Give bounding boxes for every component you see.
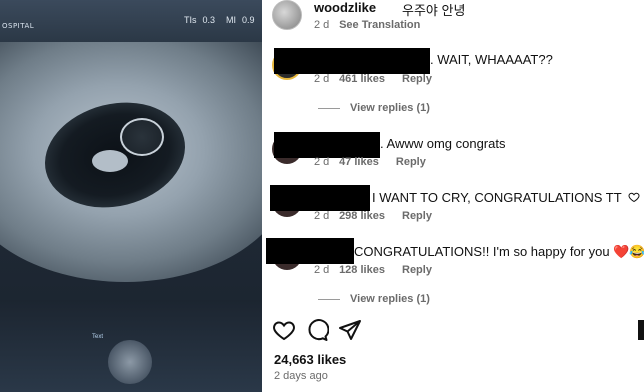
reply-button[interactable]: Reply <box>402 264 432 276</box>
reply-button[interactable]: Reply <box>396 156 426 168</box>
comment-likes[interactable]: 47 likes <box>339 156 379 168</box>
reply-button[interactable]: Reply <box>402 210 432 222</box>
comment-text: . Awww omg congrats <box>380 136 506 151</box>
comment-text: . WAIT, WHAAAAT?? <box>430 52 553 67</box>
comment-likes[interactable]: 298 likes <box>339 210 385 222</box>
owner-meta: 2 d See Translation <box>314 19 420 31</box>
replies-divider <box>318 107 340 109</box>
hospital-label: OSPITAL <box>2 22 35 30</box>
control-panel: Text <box>0 300 262 392</box>
heart-outline-icon[interactable] <box>272 318 296 342</box>
reply-button[interactable]: Reply <box>402 73 432 85</box>
paper-plane-icon[interactable] <box>338 318 362 342</box>
fetus-body <box>92 150 128 172</box>
comment-time: 2 d <box>314 264 330 276</box>
post-action-bar <box>272 318 644 344</box>
comments-panel: woodzlike 우주야 안녕 2 d See Translation . W… <box>262 0 644 392</box>
owner-time: 2 d <box>314 19 330 31</box>
comment-meta: 2 d 47 likes Reply <box>314 156 426 168</box>
see-translation-link[interactable]: See Translation <box>339 19 420 31</box>
panel-label: Text <box>92 334 104 340</box>
speech-bubble-icon[interactable] <box>305 318 329 342</box>
owner-username[interactable]: woodzlike <box>314 0 376 15</box>
comment-text: CONGRATULATIONS!! I'm so happy for you ❤… <box>354 244 644 259</box>
owner-avatar[interactable] <box>272 0 302 30</box>
comment-text: I WANT TO CRY, CONGRATULATIONS TT <box>372 190 622 205</box>
comment-time: 2 d <box>314 73 330 85</box>
bookmark-icon[interactable] <box>638 320 644 340</box>
redacted-username <box>274 48 430 74</box>
comment-time: 2 d <box>314 156 330 168</box>
total-likes[interactable]: 24,663 likes <box>274 352 346 367</box>
redacted-username <box>274 132 380 158</box>
control-knob <box>108 340 152 384</box>
view-replies-button[interactable]: View replies (1) <box>318 293 430 305</box>
fetus-head <box>120 118 164 156</box>
comment-meta: 2 d 461 likes Reply <box>314 73 432 85</box>
heart-outline-icon[interactable] <box>628 191 640 203</box>
comment-time: 2 d <box>314 210 330 222</box>
redacted-username <box>270 185 370 211</box>
comment-likes[interactable]: 461 likes <box>339 73 385 85</box>
comment-meta: 2 d 298 likes Reply <box>314 210 432 222</box>
ultrasound-image: OSPITAL TIs 0.3 MI 0.9 Text <box>0 0 262 392</box>
owner-caption: 우주야 안녕 <box>402 3 466 18</box>
replies-divider <box>318 298 340 300</box>
mi-readout: MI 0.9 <box>226 15 255 25</box>
comment-likes[interactable]: 128 likes <box>339 264 385 276</box>
post-date: 2 days ago <box>274 370 328 382</box>
monitor-header: OSPITAL TIs 0.3 MI 0.9 <box>0 0 262 42</box>
comment-meta: 2 d 128 likes Reply <box>314 264 432 276</box>
redacted-username <box>266 238 354 264</box>
view-replies-button[interactable]: View replies (1) <box>318 102 430 114</box>
tis-readout: TIs 0.3 <box>184 15 216 25</box>
